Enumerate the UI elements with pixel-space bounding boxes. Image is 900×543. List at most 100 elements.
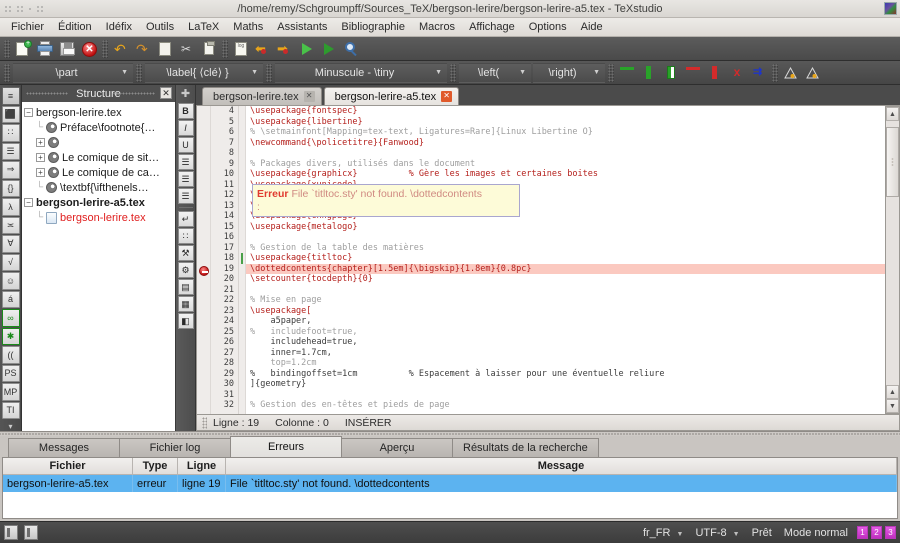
view-pdf-button[interactable] <box>340 38 362 60</box>
tab-search-results[interactable]: Résultats de la recherche <box>452 438 599 457</box>
window-minimize-icon[interactable] <box>17 5 23 12</box>
ps-panel-button[interactable]: PS <box>1 364 20 382</box>
log-button[interactable]: log <box>230 38 252 60</box>
list-view-button[interactable]: ☰ <box>1 142 20 160</box>
toolbar-collapse-icon[interactable]: ✚ <box>181 87 190 100</box>
symbols-view-button[interactable]: ∷ <box>1 124 20 142</box>
underline-button[interactable]: U <box>177 137 194 153</box>
tab-close-icon[interactable]: ✕ <box>441 91 453 102</box>
tree-item-bergson-lerire-a5[interactable]: − bergson-lerire-a5.tex <box>24 195 175 210</box>
badge-1-icon[interactable]: 1 <box>857 526 868 539</box>
arrows-panel-button[interactable]: ⇒ <box>1 161 20 179</box>
print-button[interactable] <box>34 38 56 60</box>
align-right-button[interactable]: ☰ <box>177 188 194 204</box>
delete-column-button[interactable] <box>704 62 726 84</box>
tab-messages[interactable]: Messages <box>8 438 120 457</box>
remove-cell-button[interactable]: x <box>726 62 748 84</box>
tab-close-icon[interactable]: ✕ <box>303 91 315 102</box>
cut-button[interactable]: ✂ <box>176 38 198 60</box>
copy-button[interactable] <box>198 38 220 60</box>
column-header-message[interactable]: Message <box>226 458 897 475</box>
encoding-selector[interactable]: UTF-8 ▼ <box>695 527 739 539</box>
insert-vline-button[interactable] <box>638 62 660 84</box>
scroll-thumb[interactable] <box>886 127 899 197</box>
column-header-file[interactable]: Fichier <box>3 458 133 475</box>
operators-panel-button[interactable]: ∀ <box>1 235 20 253</box>
tab-log-file[interactable]: Fichier log <box>119 438 231 457</box>
error-marker-icon[interactable] <box>199 266 209 276</box>
expander-icon[interactable]: + <box>36 168 45 177</box>
expander-icon[interactable]: − <box>24 108 33 117</box>
structure-command-select[interactable]: \part ▼ <box>13 62 133 83</box>
toolbar-grip-icon-3[interactable] <box>222 39 228 58</box>
go-back-button[interactable]: ⬅ <box>252 38 274 60</box>
menu-latex[interactable]: LaTeX <box>181 18 226 36</box>
menu-assistants[interactable]: Assistants <box>270 18 334 36</box>
window-controls[interactable] <box>0 5 43 12</box>
italic-button[interactable]: I <box>177 120 194 136</box>
badge-2-icon[interactable]: 2 <box>871 526 882 539</box>
tree-item-comique-situation[interactable]: + Le comique de sit… <box>24 150 175 165</box>
column-header-line[interactable]: Ligne <box>178 458 226 475</box>
font-size-select[interactable]: Minuscule - \tiny ▼ <box>275 62 447 83</box>
expander-icon[interactable]: + <box>36 153 45 162</box>
align-center-button[interactable]: ☰ <box>177 171 194 187</box>
menu-bibliographie[interactable]: Bibliographie <box>334 18 412 36</box>
structure-tree[interactable]: − bergson-lerire.tex └ Préface\footnote{… <box>22 102 175 431</box>
bold-button[interactable]: B <box>177 103 194 119</box>
panel-toggle-left-icon[interactable] <box>4 525 18 540</box>
environment-button[interactable]: ∷ <box>177 228 194 244</box>
format-toolbar-grip-icon[interactable] <box>4 63 10 82</box>
delimiters-panel-button[interactable]: {} <box>1 179 20 197</box>
window-maximize-icon[interactable] <box>29 7 31 10</box>
close-document-button[interactable]: ✕ <box>78 38 100 60</box>
bookmarks-view-button[interactable]: ⬛ <box>1 105 20 123</box>
left-delimiter-select[interactable]: \left( ▼ <box>459 62 531 83</box>
code-text-area[interactable]: \usepackage{fontspec} \usepackage{libert… <box>246 106 885 414</box>
toolbar-grip-icon[interactable] <box>4 39 10 58</box>
save-button[interactable] <box>56 38 78 60</box>
insert-image-button[interactable]: ⚒ <box>177 245 194 261</box>
warning-2-button[interactable] <box>802 62 824 84</box>
window-close-icon[interactable] <box>37 5 43 12</box>
tree-item-bergson-lerire[interactable]: − bergson-lerire.tex <box>24 105 175 120</box>
badge-3-icon[interactable]: 3 <box>885 526 896 539</box>
error-marker-gutter[interactable] <box>197 106 211 414</box>
menu-idefix[interactable]: Idéfix <box>99 18 139 36</box>
format-toolbar-grip-icon-2[interactable] <box>136 63 142 82</box>
expander-icon[interactable]: + <box>36 138 45 147</box>
tree-item-included-file[interactable]: └ bergson-lerire.tex <box>24 210 175 225</box>
smiley-panel-button[interactable]: ☺ <box>1 272 20 290</box>
label-command-select[interactable]: \label{ ⟨clé⟩ } ▼ <box>145 62 263 83</box>
tab-preview[interactable]: Aperçu <box>341 438 453 457</box>
insert-hline-button[interactable] <box>616 62 638 84</box>
menu-aide[interactable]: Aide <box>574 18 610 36</box>
window-menu-icon[interactable] <box>5 5 11 12</box>
note-button[interactable] <box>154 38 176 60</box>
structure-dock-close-button[interactable]: ✕ <box>160 87 172 99</box>
relations-panel-button[interactable]: ≍ <box>1 216 20 234</box>
go-forward-button[interactable]: ➡ <box>274 38 296 60</box>
ti-panel-button[interactable]: TI <box>1 401 20 419</box>
favorites-panel-button[interactable]: ✱ <box>1 327 20 345</box>
insert-block-button[interactable]: ◧ <box>177 313 194 329</box>
more-panels-icon[interactable]: ▾ <box>8 422 12 431</box>
newline-button[interactable]: ↵ <box>177 211 194 227</box>
format-toolbar-grip-icon-4[interactable] <box>450 63 456 82</box>
scroll-page-up-button[interactable]: ▲ <box>886 385 899 399</box>
menu-maths[interactable]: Maths <box>226 18 270 36</box>
insert-matrix-button[interactable]: ▦ <box>177 296 194 312</box>
menu-fichier[interactable]: Fichier <box>4 18 51 36</box>
misc-panel-button[interactable]: √ <box>1 253 20 271</box>
scroll-up-button[interactable]: ▲ <box>886 107 899 121</box>
menu-options[interactable]: Options <box>522 18 574 36</box>
tab-errors[interactable]: Erreurs <box>230 436 342 457</box>
menu-outils[interactable]: Outils <box>139 18 181 36</box>
code-folding-gutter[interactable] <box>239 106 246 414</box>
code-editor[interactable]: 4 5 6 7 8 9 10 11 12 13 14 15 16 17 18 1… <box>196 105 900 415</box>
build-and-view-button[interactable] <box>296 38 318 60</box>
fold-marker-icon[interactable] <box>241 253 243 264</box>
quick-build-button[interactable] <box>318 38 340 60</box>
expander-icon[interactable]: − <box>24 198 33 207</box>
most-used-panel-button[interactable]: ∞ <box>1 309 20 327</box>
